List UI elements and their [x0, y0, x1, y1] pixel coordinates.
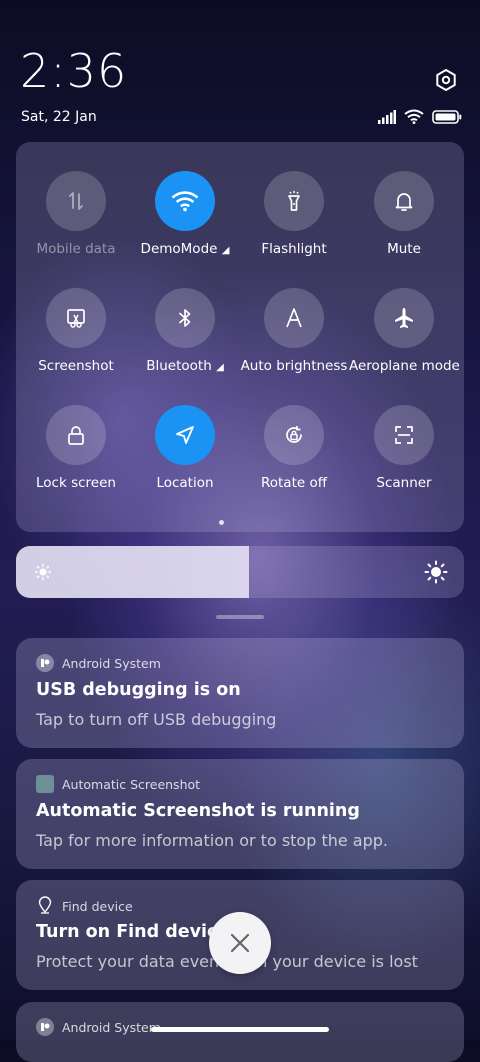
status-icons: [378, 109, 462, 127]
tile-rotate-off[interactable]: Rotate off: [239, 405, 349, 491]
location-icon: [155, 405, 215, 465]
scanner-icon: [374, 405, 434, 465]
tile-lock-screen[interactable]: Lock screen: [21, 405, 131, 491]
tile-label: DemoMode: [140, 241, 218, 257]
battery-icon: [432, 109, 462, 128]
lock-icon: [46, 405, 106, 465]
wifi-icon: [404, 109, 424, 128]
tile-scanner[interactable]: Scanner: [349, 405, 459, 491]
clock: 2:36: [20, 44, 128, 98]
automatic-screenshot-app-icon: [36, 775, 54, 793]
mobile-data-icon: [46, 171, 106, 231]
flashlight-icon: [264, 171, 324, 231]
expand-triangle-icon: ◢: [221, 245, 230, 256]
tile-label: Flashlight: [261, 241, 327, 257]
tile-aeroplane-mode[interactable]: Aeroplane mode: [349, 288, 460, 374]
bell-icon: [374, 171, 434, 231]
android-system-icon: [36, 1018, 54, 1036]
brightness-low-icon: [34, 563, 52, 585]
tile-mute[interactable]: Mute: [349, 171, 459, 257]
signal-icon: [378, 109, 396, 128]
quick-settings-panel: Mobile data DemoMode ◢ Flashlight Mute S…: [16, 142, 464, 532]
brightness-slider[interactable]: [16, 546, 464, 598]
notification-title: Automatic Screenshot is running: [36, 801, 360, 821]
drag-handle[interactable]: [216, 615, 264, 619]
tile-auto-brightness[interactable]: Auto brightness: [239, 288, 349, 374]
bluetooth-icon: [155, 288, 215, 348]
notification-title: Turn on Find device: [36, 922, 230, 942]
notification-title: USB debugging is on: [36, 680, 241, 700]
find-device-location-icon: [36, 896, 54, 917]
expand-triangle-icon: ◢: [216, 362, 224, 373]
tile-label: Location: [156, 475, 214, 491]
notification-android-system[interactable]: Android System: [16, 1002, 464, 1062]
gesture-nav-bar[interactable]: [151, 1027, 329, 1032]
clear-notifications-button[interactable]: [209, 912, 271, 974]
notification-app-name: Android System: [62, 1019, 161, 1035]
page-indicator: [219, 520, 224, 525]
tile-label: Auto brightness: [240, 358, 348, 374]
airplane-icon: [374, 288, 434, 348]
android-system-icon: [36, 654, 54, 672]
tile-flashlight[interactable]: Flashlight: [239, 171, 349, 257]
rotate-icon: [264, 405, 324, 465]
date: Sat, 22 Jan: [21, 109, 97, 125]
notification-body: Tap for more information or to stop the …: [36, 831, 389, 850]
notification-app-name: Find device: [62, 899, 133, 914]
notification-body: Tap to turn off USB debugging: [36, 710, 277, 729]
notification-app-name: Automatic Screenshot: [62, 776, 201, 792]
settings-gear-icon[interactable]: [434, 68, 458, 92]
tile-label: Screenshot: [38, 358, 114, 374]
tile-bluetooth[interactable]: Bluetooth ◢: [130, 288, 240, 374]
brightness-high-icon: [424, 560, 448, 588]
tile-label: Scanner: [376, 475, 432, 491]
tile-mobile-data[interactable]: Mobile data: [21, 171, 131, 257]
notification-app-name: Android System: [62, 655, 161, 671]
close-icon: [230, 933, 250, 953]
tile-demomode[interactable]: DemoMode ◢: [130, 171, 240, 257]
tile-label: Bluetooth: [146, 358, 212, 374]
tile-screenshot[interactable]: Screenshot: [21, 288, 131, 374]
tile-label: Aeroplane mode: [349, 358, 460, 374]
tile-label: Rotate off: [260, 475, 328, 491]
screenshot-icon: [46, 288, 106, 348]
wifi-icon: [155, 171, 215, 231]
auto-brightness-icon: [264, 288, 324, 348]
notification-usb-debugging[interactable]: Android System USB debugging is on Tap t…: [16, 638, 464, 748]
tile-location[interactable]: Location: [130, 405, 240, 491]
notification-automatic-screenshot[interactable]: Automatic Screenshot Automatic Screensho…: [16, 759, 464, 869]
tile-label: Mute: [387, 241, 421, 257]
tile-label: Mobile data: [36, 241, 116, 257]
tile-label: Lock screen: [36, 475, 116, 491]
